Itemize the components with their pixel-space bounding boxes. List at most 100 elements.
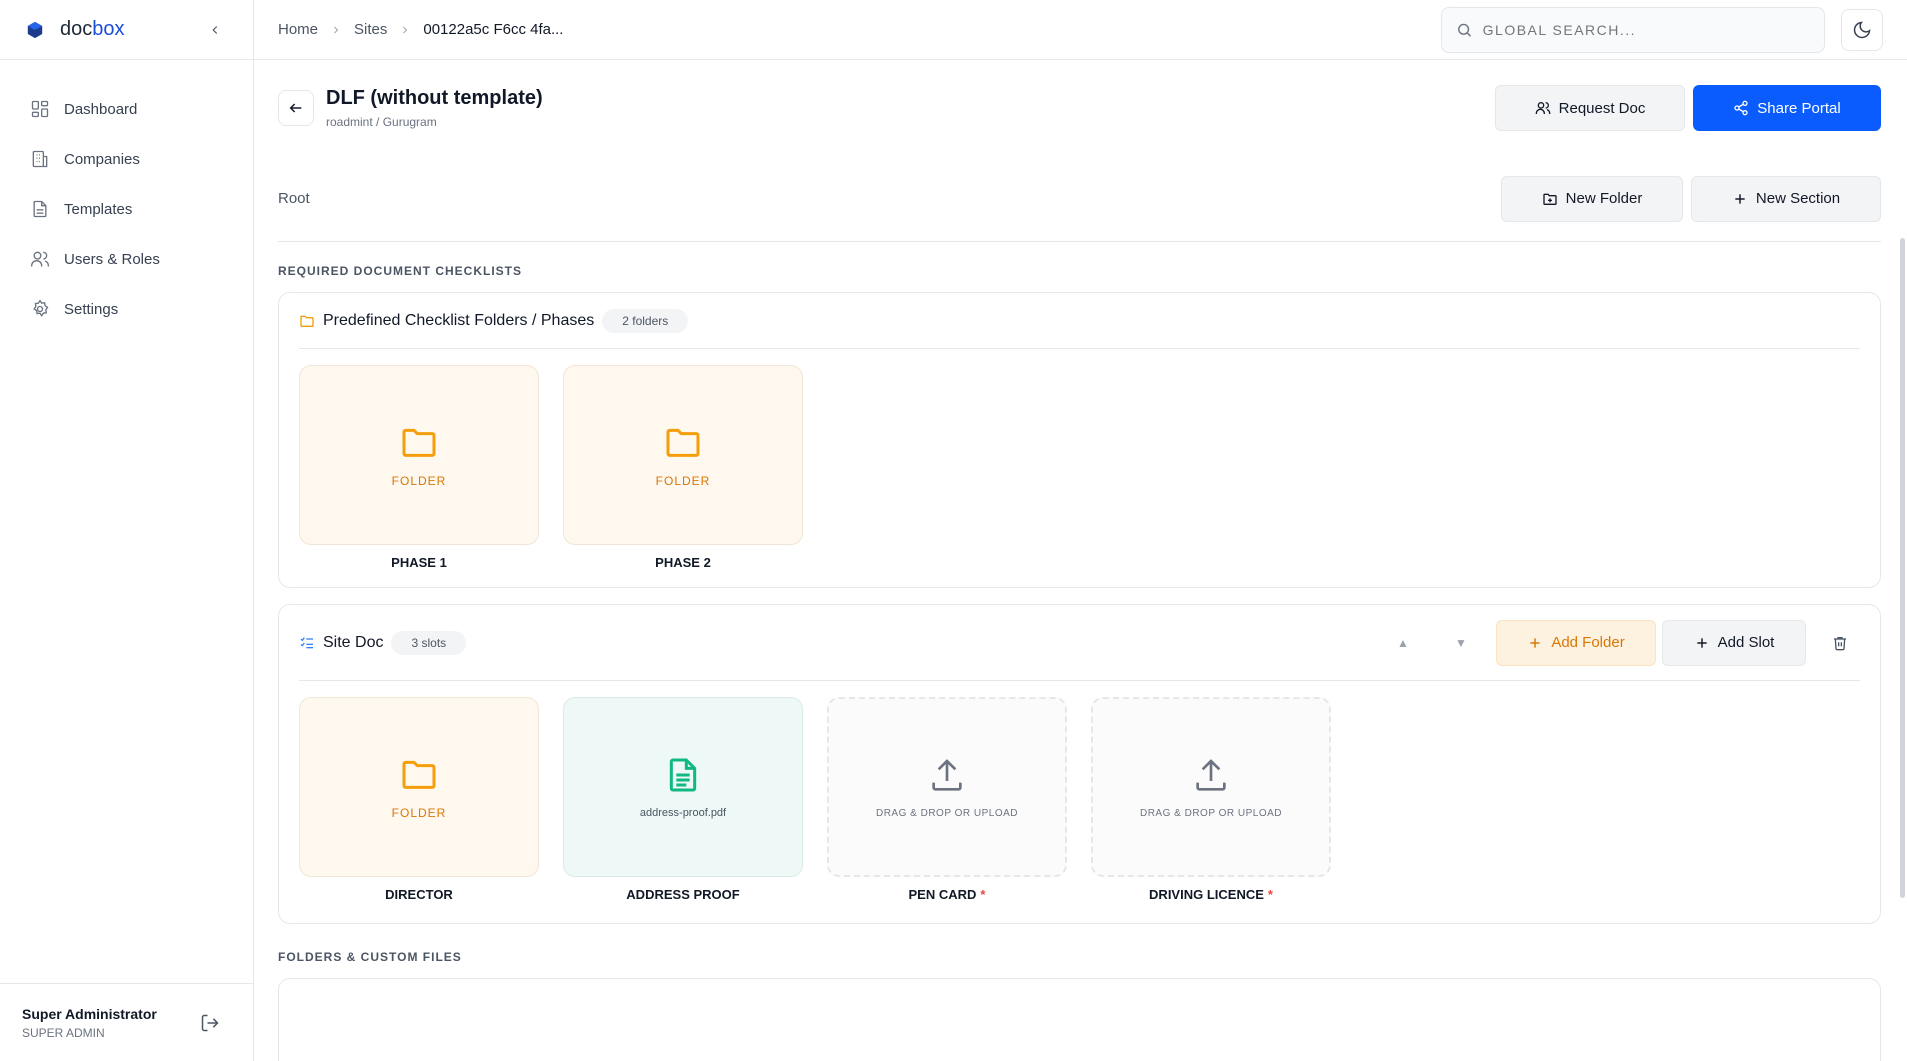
breadcrumb-home[interactable]: Home	[278, 21, 318, 38]
tile-item: DRAG & DROP OR UPLOAD DRIVING LICENCE *	[1091, 697, 1331, 902]
file-tile[interactable]: address-proof.pdf	[563, 697, 803, 877]
user-name: Super Administrator	[22, 1005, 157, 1022]
sidebar-item-label: Settings	[64, 300, 119, 318]
theme-toggle-button[interactable]	[1841, 8, 1883, 51]
root-label[interactable]: Root	[278, 190, 310, 207]
new-folder-button[interactable]: New Folder	[1501, 175, 1683, 222]
page-header: DLF (without template) roadmint / Gurugr…	[278, 60, 1881, 156]
dashboard-icon	[31, 100, 49, 118]
custom-files-card	[278, 978, 1881, 1061]
checklists-heading: REQUIRED DOCUMENT CHECKLISTS	[278, 264, 523, 278]
predefined-folders-card: Predefined Checklist Folders / Phases 2 …	[278, 292, 1881, 588]
share-portal-button[interactable]: Share Portal	[1693, 85, 1881, 131]
logout-button[interactable]	[197, 1010, 223, 1036]
breadcrumb: Home Sites 00122a5c F6cc 4fa...	[278, 21, 563, 38]
tile-label: PEN CARD *	[908, 887, 986, 902]
sidebar-item-dashboard[interactable]: Dashboard	[0, 84, 253, 134]
plus-icon	[1735, 193, 1745, 204]
upload-dropzone[interactable]: DRAG & DROP OR UPLOAD	[827, 697, 1067, 877]
chevron-right-icon	[399, 24, 411, 36]
delete-section-button[interactable]	[1820, 623, 1860, 663]
card-title: Predefined Checklist Folders / Phases	[323, 311, 595, 329]
custom-files-heading: FOLDERS & CUSTOM FILES	[278, 950, 462, 964]
header-actions: Request Doc Share Portal	[1495, 85, 1881, 131]
document-icon	[33, 200, 47, 218]
request-doc-button[interactable]: Request Doc	[1495, 85, 1685, 131]
required-marker: *	[980, 887, 986, 902]
new-folder-label: New Folder	[1565, 190, 1643, 207]
search-icon	[1458, 23, 1472, 37]
card-title: Site Doc	[323, 633, 384, 651]
move-up-button[interactable]: ▲	[1374, 620, 1432, 666]
collapse-sidebar-button[interactable]	[203, 18, 227, 42]
add-folder-button[interactable]: Add Folder	[1496, 619, 1656, 666]
back-button[interactable]	[278, 90, 314, 126]
file-text-icon	[669, 758, 697, 792]
scrollbar[interactable]	[1900, 238, 1905, 898]
upload-dropzone[interactable]: DRAG & DROP OR UPLOAD	[1091, 697, 1331, 877]
tile-label: ADDRESS PROOF	[626, 887, 740, 902]
add-slot-label: Add Slot	[1717, 634, 1775, 651]
folder-icon	[666, 428, 700, 457]
global-search[interactable]	[1441, 6, 1825, 53]
sidebar-item-companies[interactable]: Companies	[0, 134, 253, 184]
brand-bar: docbox	[0, 0, 253, 60]
new-section-label: New Section	[1755, 190, 1841, 207]
breadcrumb-current: 00122a5c F6cc 4fa...	[423, 21, 564, 38]
page-title: DLF (without template)	[326, 87, 543, 109]
site-doc-card: Site Doc 3 slots ▲ ▼ Add Folder Add Slot	[278, 604, 1881, 924]
tile-label: PHASE 2	[655, 555, 711, 570]
root-row: Root New Folder New Section	[278, 156, 1881, 242]
tile-label: DIRECTOR	[385, 887, 453, 902]
plus-icon	[1530, 637, 1540, 648]
folder-tile[interactable]: FOLDER	[563, 365, 803, 545]
tile-grid: FOLDER DIRECTOR address-proof.pdf ADDRES…	[299, 681, 1860, 902]
upload-icon	[932, 758, 962, 791]
add-slot-button[interactable]: Add Slot	[1662, 619, 1806, 666]
brand-name: docbox	[60, 18, 125, 40]
tile-caption: FOLDER	[391, 474, 447, 488]
tile-item: FOLDER PHASE 2	[563, 365, 803, 570]
sidebar-item-settings[interactable]: Settings	[0, 284, 253, 334]
page-subtitle: roadmint / Gurugram	[326, 115, 437, 129]
arrow-left-icon	[289, 103, 302, 113]
main-content: DLF (without template) roadmint / Gurugr…	[254, 60, 1907, 1061]
folder-plus-icon	[1542, 193, 1557, 205]
user-role: SUPER ADMIN	[22, 1025, 105, 1040]
new-section-button[interactable]: New Section	[1691, 175, 1881, 222]
upload-hint: DRAG & DROP OR UPLOAD	[1139, 807, 1282, 819]
card-header: Site Doc 3 slots ▲ ▼ Add Folder Add Slot	[299, 605, 1860, 681]
gear-icon	[33, 299, 49, 317]
users-icon	[31, 251, 49, 267]
add-folder-label: Add Folder	[1551, 634, 1625, 651]
folder-tile[interactable]: FOLDER	[299, 697, 539, 877]
topbar: Home Sites 00122a5c F6cc 4fa...	[254, 0, 1907, 60]
tile-caption: FOLDER	[391, 806, 447, 820]
section-actions: ▲ ▼ Add Folder Add Slot	[1374, 619, 1860, 666]
docbox-logo-icon	[27, 21, 43, 38]
card-header: Predefined Checklist Folders / Phases 2 …	[299, 293, 1860, 349]
upload-hint: DRAG & DROP OR UPLOAD	[875, 807, 1018, 819]
share-portal-label: Share Portal	[1757, 99, 1841, 117]
search-input[interactable]	[1482, 21, 1810, 38]
tile-label: DRIVING LICENCE *	[1149, 887, 1273, 902]
tile-item: FOLDER DIRECTOR	[299, 697, 539, 902]
sidebar: docbox Dashboard Companies Templates Use…	[0, 0, 254, 1061]
move-down-button[interactable]: ▼	[1432, 620, 1490, 666]
sidebar-item-label: Companies	[64, 150, 140, 168]
folder-icon	[402, 428, 436, 457]
sidebar-item-label: Users & Roles	[64, 250, 160, 268]
sidebar-item-templates[interactable]: Templates	[0, 184, 253, 234]
tile-item: address-proof.pdf ADDRESS PROOF	[563, 697, 803, 902]
breadcrumb-sites[interactable]: Sites	[354, 21, 387, 38]
sidebar-item-users-roles[interactable]: Users & Roles	[0, 234, 253, 284]
tile-caption: FOLDER	[655, 474, 711, 488]
sidebar-item-label: Templates	[64, 200, 133, 218]
moon-icon	[1853, 21, 1871, 38]
building-icon	[32, 150, 48, 168]
user-panel: Super Administrator SUPER ADMIN	[0, 983, 253, 1061]
upload-icon	[1196, 758, 1226, 791]
sidebar-item-label: Dashboard	[64, 100, 138, 118]
folder-tile[interactable]: FOLDER	[299, 365, 539, 545]
trash-icon	[1834, 636, 1846, 650]
